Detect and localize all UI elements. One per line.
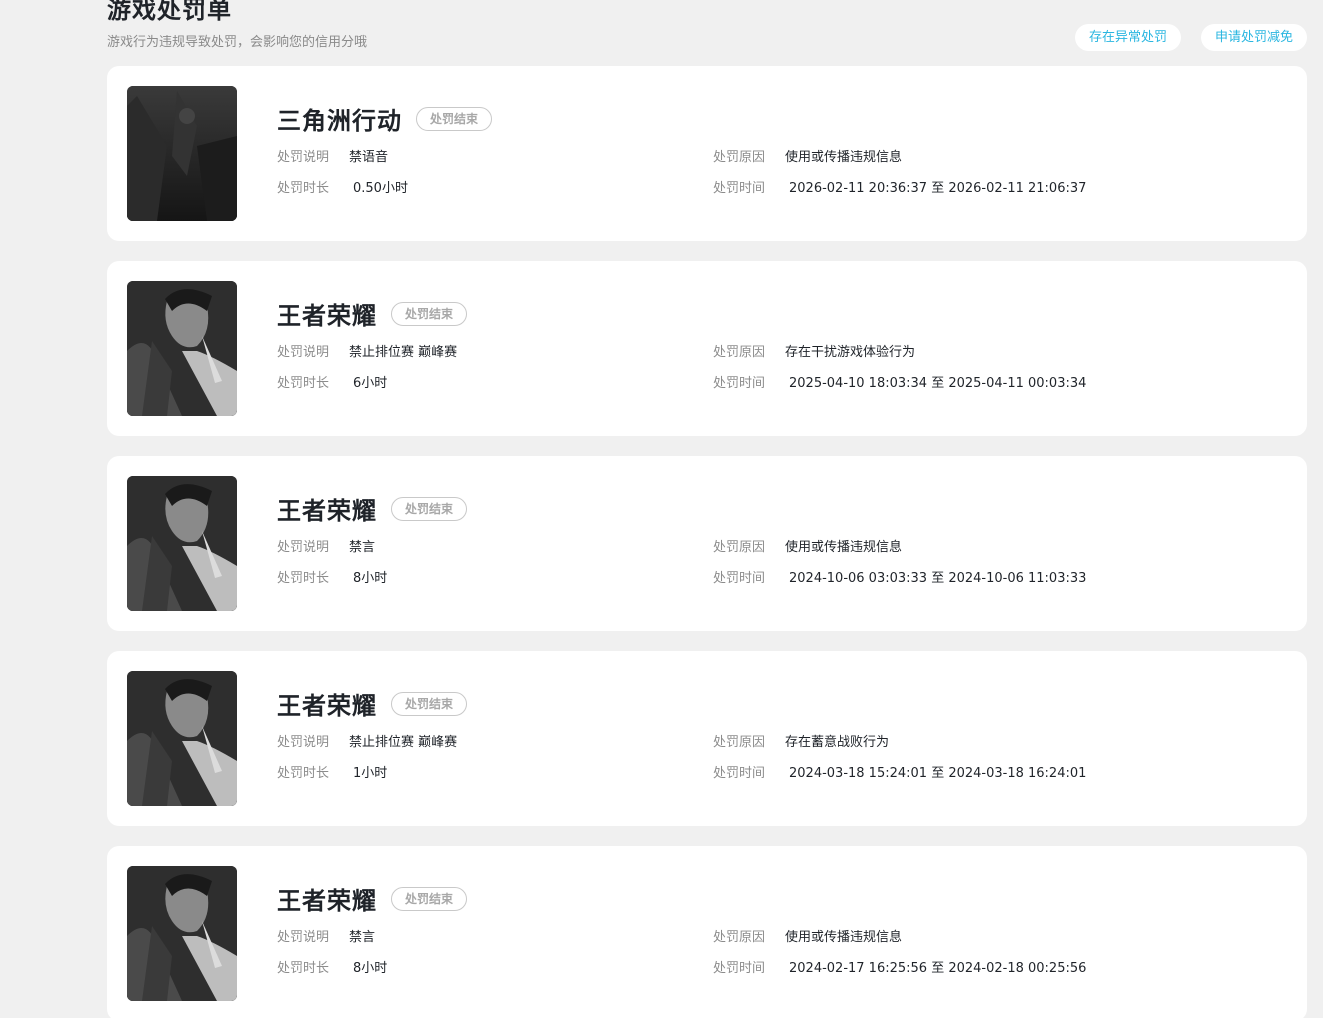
duration-field: 处罚时长 6小时 (277, 372, 387, 391)
punishment-card[interactable]: 王者荣耀 处罚结束 处罚说明 禁止排位赛 巅峰赛 处罚时长 6小时 处罚原因 存在干扰… (107, 261, 1307, 436)
punishment-list: 三角洲行动 处罚结束 处罚说明 禁语音 处罚时长 0.50小时 处罚原因 使用或传播违… (107, 66, 1307, 1018)
reason-value: 使用或传播违规信息 (785, 930, 903, 945)
duration-label: 处罚时长 (277, 961, 330, 976)
description-field: 处罚说明 禁止排位赛 巅峰赛 (277, 731, 457, 750)
header-actions: 存在异常处罚 申请处罚减免 (1074, 24, 1307, 51)
time-value: 2024-02-17 16:25:56 至 2024-02-18 00:25:5… (789, 961, 1087, 976)
honor-of-kings-hero-image (127, 671, 237, 806)
time-field: 处罚时间 2025-04-10 18:03:34 至 2025-04-11 00:… (713, 372, 1086, 391)
time-value: 2024-10-06 03:03:33 至 2024-10-06 11:03:3… (789, 571, 1087, 586)
duration-value: 0.50小时 (353, 181, 408, 196)
honor-of-kings-hero-image (127, 281, 237, 416)
game-name: 三角洲行动 (277, 107, 402, 135)
duration-field: 处罚时长 0.50小时 (277, 177, 408, 196)
reason-field: 处罚原因 存在干扰游戏体验行为 (713, 341, 915, 360)
duration-label: 处罚时长 (277, 571, 330, 586)
game-title-row: 王者荣耀 处罚结束 (277, 686, 468, 721)
description-field: 处罚说明 禁言 (277, 536, 375, 555)
reason-label: 处罚原因 (713, 345, 766, 360)
game-name: 王者荣耀 (277, 302, 377, 330)
punishment-card[interactable]: 王者荣耀 处罚结束 处罚说明 禁言 处罚时长 8小时 处罚原因 使用或传播违规信息 处… (107, 456, 1307, 631)
time-label: 处罚时间 (713, 571, 766, 586)
reason-value: 使用或传播违规信息 (785, 150, 903, 165)
reason-value: 存在干扰游戏体验行为 (785, 345, 916, 360)
punishment-card[interactable]: 王者荣耀 处罚结束 处罚说明 禁言 处罚时长 8小时 处罚原因 使用或传播违规信息 处… (107, 846, 1307, 1018)
time-value: 2026-02-11 20:36:37 至 2026-02-11 21:06:3… (789, 181, 1087, 196)
game-cover-art (127, 86, 237, 221)
hero-portrait-art (127, 866, 237, 1001)
time-field: 处罚时间 2026-02-11 20:36:37 至 2026-02-11 21:… (713, 177, 1086, 196)
delta-force-cover-image (127, 86, 237, 221)
duration-value: 8小时 (353, 961, 388, 976)
description-value: 禁言 (349, 540, 376, 555)
reason-field: 处罚原因 存在蓄意战败行为 (713, 731, 889, 750)
status-badge: 处罚结束 (391, 886, 468, 911)
reason-field: 处罚原因 使用或传播违规信息 (713, 536, 902, 555)
description-value: 禁言 (349, 930, 376, 945)
reason-field: 处罚原因 使用或传播违规信息 (713, 146, 902, 165)
description-field: 处罚说明 禁言 (277, 926, 375, 945)
reason-value: 存在蓄意战败行为 (785, 735, 890, 750)
game-name: 王者荣耀 (277, 692, 377, 720)
game-name: 王者荣耀 (277, 497, 377, 525)
honor-of-kings-hero-image (127, 476, 237, 611)
duration-label: 处罚时长 (277, 376, 330, 391)
description-label: 处罚说明 (277, 345, 330, 360)
hero-portrait-art (127, 671, 237, 806)
status-badge: 处罚结束 (391, 496, 468, 521)
duration-label: 处罚时长 (277, 181, 330, 196)
reason-label: 处罚原因 (713, 150, 766, 165)
time-value: 2024-03-18 15:24:01 至 2024-03-18 16:24:0… (789, 766, 1087, 781)
duration-value: 6小时 (353, 376, 388, 391)
page-title: 游戏处罚单 (107, 0, 232, 24)
description-label: 处罚说明 (277, 150, 330, 165)
time-field: 处罚时间 2024-10-06 03:03:33 至 2024-10-06 11:… (713, 567, 1086, 586)
duration-field: 处罚时长 1小时 (277, 762, 387, 781)
hero-portrait-art (127, 476, 237, 611)
abnormal-punishment-button[interactable]: 存在异常处罚 (1074, 24, 1181, 51)
time-value: 2025-04-10 18:03:34 至 2025-04-11 00:03:3… (789, 376, 1087, 391)
time-label: 处罚时间 (713, 766, 766, 781)
description-value: 禁语音 (349, 150, 389, 165)
page-header: 游戏处罚单 游戏行为违规导致处罚，会影响您的信用分哦 存在异常处罚 申请处罚减免 (107, 0, 1307, 53)
status-badge: 处罚结束 (391, 301, 468, 326)
game-title-row: 王者荣耀 处罚结束 (277, 491, 468, 526)
game-name: 王者荣耀 (277, 887, 377, 915)
apply-reduction-button[interactable]: 申请处罚减免 (1200, 24, 1307, 51)
hero-portrait-art (127, 281, 237, 416)
duration-field: 处罚时长 8小时 (277, 957, 387, 976)
description-field: 处罚说明 禁止排位赛 巅峰赛 (277, 341, 457, 360)
game-title-row: 三角洲行动 处罚结束 (277, 101, 493, 136)
duration-value: 1小时 (353, 766, 388, 781)
game-title-row: 王者荣耀 处罚结束 (277, 296, 468, 331)
time-label: 处罚时间 (713, 376, 766, 391)
time-label: 处罚时间 (713, 181, 766, 196)
punishment-page: 游戏处罚单 游戏行为违规导致处罚，会影响您的信用分哦 存在异常处罚 申请处罚减免 (0, 0, 1323, 1018)
game-title-row: 王者荣耀 处罚结束 (277, 881, 468, 916)
time-field: 处罚时间 2024-03-18 15:24:01 至 2024-03-18 16:… (713, 762, 1086, 781)
reason-label: 处罚原因 (713, 735, 766, 750)
duration-label: 处罚时长 (277, 766, 330, 781)
duration-field: 处罚时长 8小时 (277, 567, 387, 586)
reason-field: 处罚原因 使用或传播违规信息 (713, 926, 902, 945)
description-label: 处罚说明 (277, 930, 330, 945)
description-label: 处罚说明 (277, 735, 330, 750)
description-field: 处罚说明 禁语音 (277, 146, 388, 165)
reason-label: 处罚原因 (713, 540, 766, 555)
description-value: 禁止排位赛 巅峰赛 (349, 735, 458, 750)
description-label: 处罚说明 (277, 540, 330, 555)
punishment-card[interactable]: 三角洲行动 处罚结束 处罚说明 禁语音 处罚时长 0.50小时 处罚原因 使用或传播违… (107, 66, 1307, 241)
description-value: 禁止排位赛 巅峰赛 (349, 345, 458, 360)
honor-of-kings-hero-image (127, 866, 237, 1001)
status-badge: 处罚结束 (391, 691, 468, 716)
time-field: 处罚时间 2024-02-17 16:25:56 至 2024-02-18 00:… (713, 957, 1086, 976)
time-label: 处罚时间 (713, 961, 766, 976)
punishment-card[interactable]: 王者荣耀 处罚结束 处罚说明 禁止排位赛 巅峰赛 处罚时长 1小时 处罚原因 存在蓄意… (107, 651, 1307, 826)
reason-label: 处罚原因 (713, 930, 766, 945)
reason-value: 使用或传播违规信息 (785, 540, 903, 555)
duration-value: 8小时 (353, 571, 388, 586)
status-badge: 处罚结束 (416, 106, 493, 131)
